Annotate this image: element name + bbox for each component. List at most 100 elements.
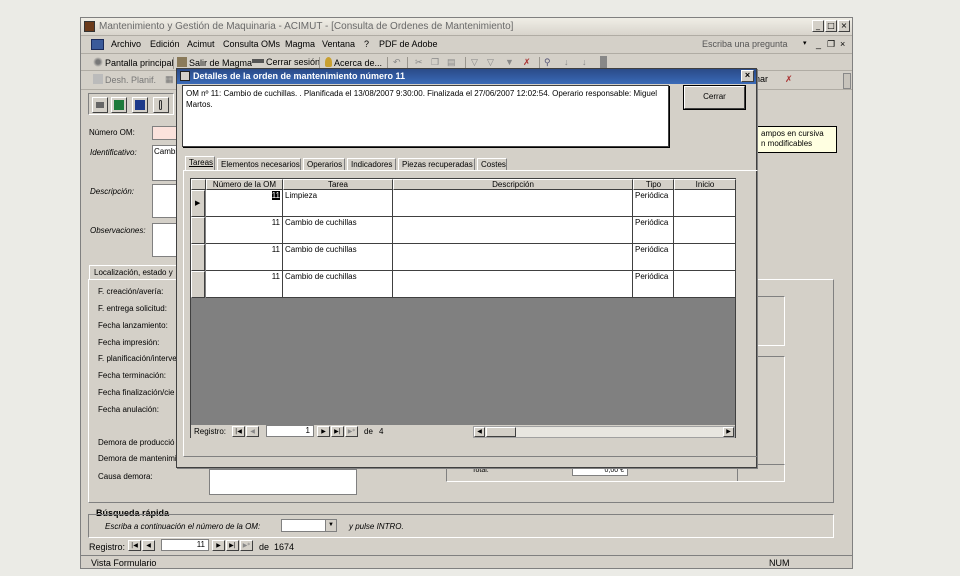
sort-asc-icon[interactable]: ↓: [564, 57, 569, 67]
grid-next-button[interactable]: ▶: [317, 426, 330, 437]
table-cell[interactable]: [393, 271, 633, 298]
apply-filter-icon[interactable]: ▼: [505, 57, 514, 67]
tab-piezas-recuperadas[interactable]: Piezas recuperadas: [398, 158, 475, 170]
grid-prev-button[interactable]: ◀: [246, 426, 259, 437]
doc-restore-button[interactable]: ❐: [827, 39, 835, 50]
chevron-down-icon[interactable]: ▼: [325, 520, 336, 531]
busqueda-combo[interactable]: ▼: [281, 519, 337, 532]
sort-desc-icon[interactable]: ↓: [582, 57, 587, 67]
scroll-left-icon[interactable]: ◀: [474, 427, 485, 437]
remove-filter-icon[interactable]: ✗: [523, 57, 531, 68]
table-cell[interactable]: Periódica: [633, 271, 674, 298]
next-record-button[interactable]: ▶: [212, 540, 225, 551]
table-cell[interactable]: [393, 190, 633, 217]
doc-close-button[interactable]: ×: [840, 39, 845, 49]
table-cell[interactable]: Periódica: [633, 190, 674, 217]
prev-record-button[interactable]: ◀: [142, 540, 155, 551]
new-record-button[interactable]: ▶*: [240, 540, 253, 551]
menu-magma[interactable]: Magma: [285, 39, 315, 49]
scroll-right-icon[interactable]: ▶: [723, 427, 734, 437]
identificativo-field[interactable]: Cambi: [152, 145, 178, 181]
row-selector[interactable]: [191, 244, 205, 271]
doc-minimize-button[interactable]: _: [816, 39, 821, 49]
observaciones-field[interactable]: [152, 223, 178, 257]
causa-demora-field[interactable]: [209, 469, 357, 495]
tab-costes[interactable]: Costes: [477, 158, 507, 170]
menu-edicion[interactable]: Edición: [150, 39, 180, 49]
column-header[interactable]: Tarea: [283, 179, 393, 190]
acerca-button[interactable]: Acerca de...: [325, 57, 382, 68]
last-record-button[interactable]: ▶|: [226, 540, 239, 551]
print-report-icon[interactable]: ▦: [165, 74, 174, 85]
table-cell[interactable]: Cambio de cuchillas: [283, 271, 393, 298]
desh-planif-button[interactable]: Desh. Planif.: [93, 74, 156, 85]
table-cell[interactable]: Limpieza: [283, 190, 393, 217]
tab-tareas[interactable]: Tareas: [185, 156, 215, 171]
horizontal-scrollbar[interactable]: ◀ ▶: [473, 426, 735, 438]
table-cell[interactable]: [674, 217, 736, 244]
menu-consulta-oms[interactable]: Consulta OMs: [223, 39, 280, 49]
menu-pdf-adobe[interactable]: PDF de Adobe: [379, 39, 438, 49]
close-button[interactable]: ×: [838, 20, 850, 32]
minimize-button[interactable]: _: [812, 20, 824, 32]
grid-record-field[interactable]: 1: [266, 425, 314, 437]
filter-form-icon[interactable]: ▽: [487, 57, 494, 68]
table-cell[interactable]: 11: [206, 271, 283, 298]
tab-indicadores[interactable]: Indicadores: [347, 158, 396, 170]
salir-magma-button[interactable]: Salir de Magma: [177, 57, 252, 68]
table-cell[interactable]: 11: [206, 217, 283, 244]
excel-icon[interactable]: [111, 97, 127, 113]
copy-icon[interactable]: ❐: [431, 57, 439, 68]
attach-icon[interactable]: [153, 97, 169, 113]
cerrar-button[interactable]: Cerrar: [683, 85, 746, 110]
filter-icon[interactable]: ▽: [471, 57, 478, 68]
cut-icon[interactable]: ✂: [415, 57, 423, 68]
menu-help[interactable]: ?: [364, 39, 369, 49]
table-cell[interactable]: 11: [206, 244, 283, 271]
table-cell[interactable]: Periódica: [633, 217, 674, 244]
record-number-field[interactable]: 11: [161, 539, 209, 551]
restore-button[interactable]: □: [825, 20, 837, 32]
find-icon[interactable]: ⚲: [544, 57, 551, 68]
grid-last-button[interactable]: ▶|: [331, 426, 344, 437]
table-cell[interactable]: [674, 271, 736, 298]
table-cell[interactable]: Cambio de cuchillas: [283, 244, 393, 271]
delete-icon[interactable]: ✗: [785, 74, 793, 85]
grid-new-button[interactable]: ▶*: [345, 426, 358, 437]
table-cell[interactable]: [393, 244, 633, 271]
table-cell[interactable]: Periódica: [633, 244, 674, 271]
help-question-input[interactable]: Escriba una pregunta: [702, 39, 788, 49]
column-header[interactable]: Tipo: [633, 179, 674, 190]
paste-icon[interactable]: ▤: [447, 57, 456, 68]
row-selector[interactable]: [191, 271, 205, 298]
tab-localizacion[interactable]: Localización, estado y: [89, 265, 179, 279]
table-cell[interactable]: [674, 190, 736, 217]
grid-first-button[interactable]: |◀: [232, 426, 245, 437]
table-cell[interactable]: [393, 217, 633, 244]
cerrar-sesion-button[interactable]: Cerrar sesión: [252, 57, 320, 67]
undo-icon[interactable]: ↶: [393, 57, 401, 68]
table-cell[interactable]: [674, 244, 736, 271]
table-cell[interactable]: 11: [206, 190, 283, 217]
descripcion-field[interactable]: [152, 184, 178, 218]
table-cell[interactable]: Cambio de cuchillas: [283, 217, 393, 244]
column-header[interactable]: Inicio: [674, 179, 736, 190]
row-selector[interactable]: ▶: [191, 190, 205, 217]
tab-elementos-necesarios[interactable]: Elementos necesarios: [217, 158, 301, 170]
menu-ventana[interactable]: Ventana: [322, 39, 355, 49]
menu-archivo[interactable]: Archivo: [111, 39, 141, 49]
pantalla-principal-button[interactable]: Pantalla principal: [93, 57, 174, 68]
first-record-button[interactable]: |◀: [128, 540, 141, 551]
tab-operarios[interactable]: Operarios: [303, 158, 345, 170]
print-icon[interactable]: [92, 97, 108, 113]
column-header[interactable]: Número de la OM: [206, 179, 283, 190]
scroll-thumb[interactable]: [486, 427, 516, 437]
row-selector[interactable]: [191, 217, 205, 244]
menu-acimut[interactable]: Acimut: [187, 39, 215, 49]
word-icon[interactable]: [132, 97, 148, 113]
dialog-close-button[interactable]: ×: [741, 70, 754, 82]
numero-om-field[interactable]: [152, 126, 178, 140]
toolbar-scroll[interactable]: [843, 73, 851, 89]
column-header[interactable]: Descripción: [393, 179, 633, 190]
chevron-down-icon[interactable]: ▾: [803, 39, 807, 47]
